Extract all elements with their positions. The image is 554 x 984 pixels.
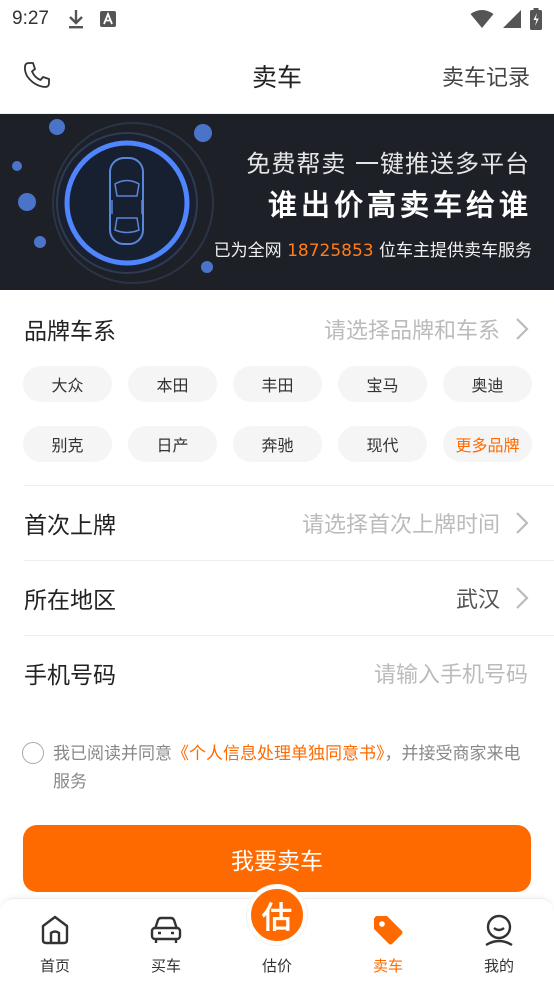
tab-estimate-label: 估价 [261, 957, 292, 975]
first-registration-label: 首次上牌 [24, 513, 116, 539]
agreement: 我已阅读并同意《个人信息处理单独同意书》，并接受商家来电服务 [22, 740, 532, 796]
region-row[interactable]: 所在地区 武汉 [0, 561, 554, 635]
chevron-right-icon [516, 318, 529, 340]
tab-mine[interactable]: 我的 [444, 899, 554, 984]
banner-stat-prefix: 已为全网 [213, 241, 288, 261]
sell-record-link[interactable]: 卖车记录 [442, 60, 530, 92]
banner-tagline: 免费帮卖 一键推送多平台 [246, 150, 530, 178]
font-icon [99, 11, 116, 27]
sell-car-button[interactable]: 我要卖车 [23, 825, 531, 892]
tab-sell[interactable]: 卖车 [333, 899, 443, 984]
brand-chip[interactable]: 奔驰 [233, 426, 322, 462]
download-icon [68, 10, 83, 29]
brand-series-row[interactable]: 品牌车系 请选择品牌和车系 [0, 304, 554, 354]
tab-home-label: 首页 [39, 957, 70, 975]
tab-sell-label: 卖车 [372, 957, 403, 975]
brand-series-placeholder: 请选择品牌和车系 [323, 319, 500, 344]
tag-icon [374, 916, 403, 945]
brand-chip[interactable]: 本田 [128, 366, 217, 402]
brand-chip[interactable]: 宝马 [338, 366, 427, 402]
phone-input[interactable]: 请输入手机号码 [374, 657, 528, 689]
user-icon [485, 914, 513, 947]
promo-banner[interactable]: 免费帮卖 一键推送多平台 谁出价高卖车给谁 已为全网 18725853 位车主提… [0, 114, 554, 290]
phone-row: 手机号码 请输入手机号码 [0, 636, 554, 710]
banner-stat-count: 18725853 [287, 241, 374, 261]
agreement-text: 我已阅读并同意《个人信息处理单独同意书》，并接受商家来电服务 [53, 740, 532, 796]
tab-buy-label: 买车 [150, 957, 181, 975]
brand-chip[interactable]: 奥迪 [443, 366, 532, 402]
signal-icon [503, 10, 521, 28]
tab-home[interactable]: 首页 [0, 899, 110, 984]
status-bar: 9:27 [0, 0, 554, 38]
more-brands-chip[interactable]: 更多品牌 [443, 426, 532, 462]
phone-icon[interactable] [22, 60, 52, 90]
brand-series-label: 品牌车系 [24, 319, 116, 345]
tab-buy[interactable]: 买车 [111, 899, 221, 984]
page-title: 卖车 [251, 62, 302, 92]
chevron-right-icon [516, 512, 529, 534]
status-time: 9:27 [12, 8, 49, 29]
brand-chip[interactable]: 现代 [338, 426, 427, 462]
brand-chip[interactable]: 大众 [23, 366, 112, 402]
first-registration-placeholder: 请选择首次上牌时间 [301, 513, 500, 538]
banner-stat-suffix: 位车主提供卖车服务 [373, 241, 532, 261]
brand-chip[interactable]: 日产 [128, 426, 217, 462]
banner-stat: 已为全网 18725853 位车主提供卖车服务 [214, 236, 532, 261]
agreement-radio[interactable] [22, 742, 44, 764]
banner-headline: 谁出价高卖车给谁 [267, 188, 532, 222]
battery-icon [530, 8, 542, 30]
agreement-link[interactable]: 《个人信息处理单独同意书》 [172, 744, 385, 764]
wifi-icon [470, 10, 494, 28]
tab-mine-label: 我的 [483, 957, 514, 975]
home-icon [41, 915, 69, 945]
phone-label: 手机号码 [24, 663, 116, 689]
car-icon [150, 916, 182, 943]
chevron-right-icon [516, 587, 529, 609]
brand-chip[interactable]: 别克 [23, 426, 112, 462]
region-label: 所在地区 [24, 588, 116, 614]
agreement-prefix: 我已阅读并同意 [53, 744, 172, 764]
brand-chip[interactable]: 丰田 [233, 366, 322, 402]
brand-chips: 大众 本田 丰田 宝马 奥迪 别克 日产 奔驰 现代 更多品牌 [23, 366, 535, 462]
first-registration-row[interactable]: 首次上牌 请选择首次上牌时间 [0, 486, 554, 560]
estimate-icon[interactable]: 估 [247, 885, 307, 945]
region-value: 武汉 [455, 588, 500, 613]
header: 卖车 卖车记录 [0, 38, 554, 114]
